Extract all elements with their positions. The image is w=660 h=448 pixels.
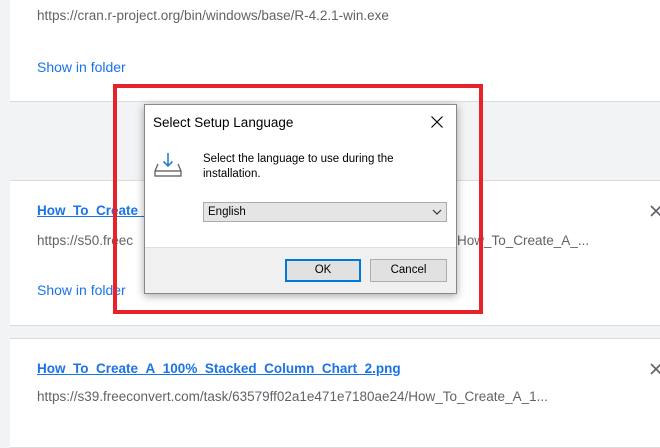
language-select-value: English [208,206,246,218]
dialog-title: Select Setup Language [153,115,294,130]
show-in-folder-link[interactable]: Show in folder [37,59,126,75]
chevron-down-icon [432,209,442,215]
download-filename-link[interactable]: How_To_Create_A_100%_Stacked_Column_Char… [37,361,401,376]
download-url: https://cran.r-project.org/bin/windows/b… [37,8,389,23]
language-prompt: Select the language to use during the in… [203,153,394,180]
close-icon[interactable] [649,204,660,218]
close-icon[interactable] [430,115,444,129]
show-in-folder-link[interactable]: Show in folder [37,282,126,298]
download-filename-link[interactable]: How_To_Create_ [37,203,146,218]
download-url: https://s50.freec [37,233,134,248]
setup-language-dialog: Select Setup Language Select the languag… [144,104,457,294]
download-item-chart-2: How_To_Create_A_100%_Stacked_Column_Char… [10,338,660,448]
install-download-icon [154,153,182,177]
close-icon[interactable] [649,362,660,376]
cancel-button[interactable]: Cancel [370,259,447,282]
ok-button[interactable]: OK [285,259,361,282]
dialog-titlebar[interactable]: Select Setup Language [145,105,456,139]
download-url: https://s39.freeconvert.com/task/63579ff… [37,389,548,404]
download-url-tail: How_To_Create_A_... [457,233,590,248]
download-item-r-installer: https://cran.r-project.org/bin/windows/b… [10,0,660,102]
language-select[interactable]: English [203,202,447,222]
dialog-body: Select the language to use during the in… [145,139,456,248]
